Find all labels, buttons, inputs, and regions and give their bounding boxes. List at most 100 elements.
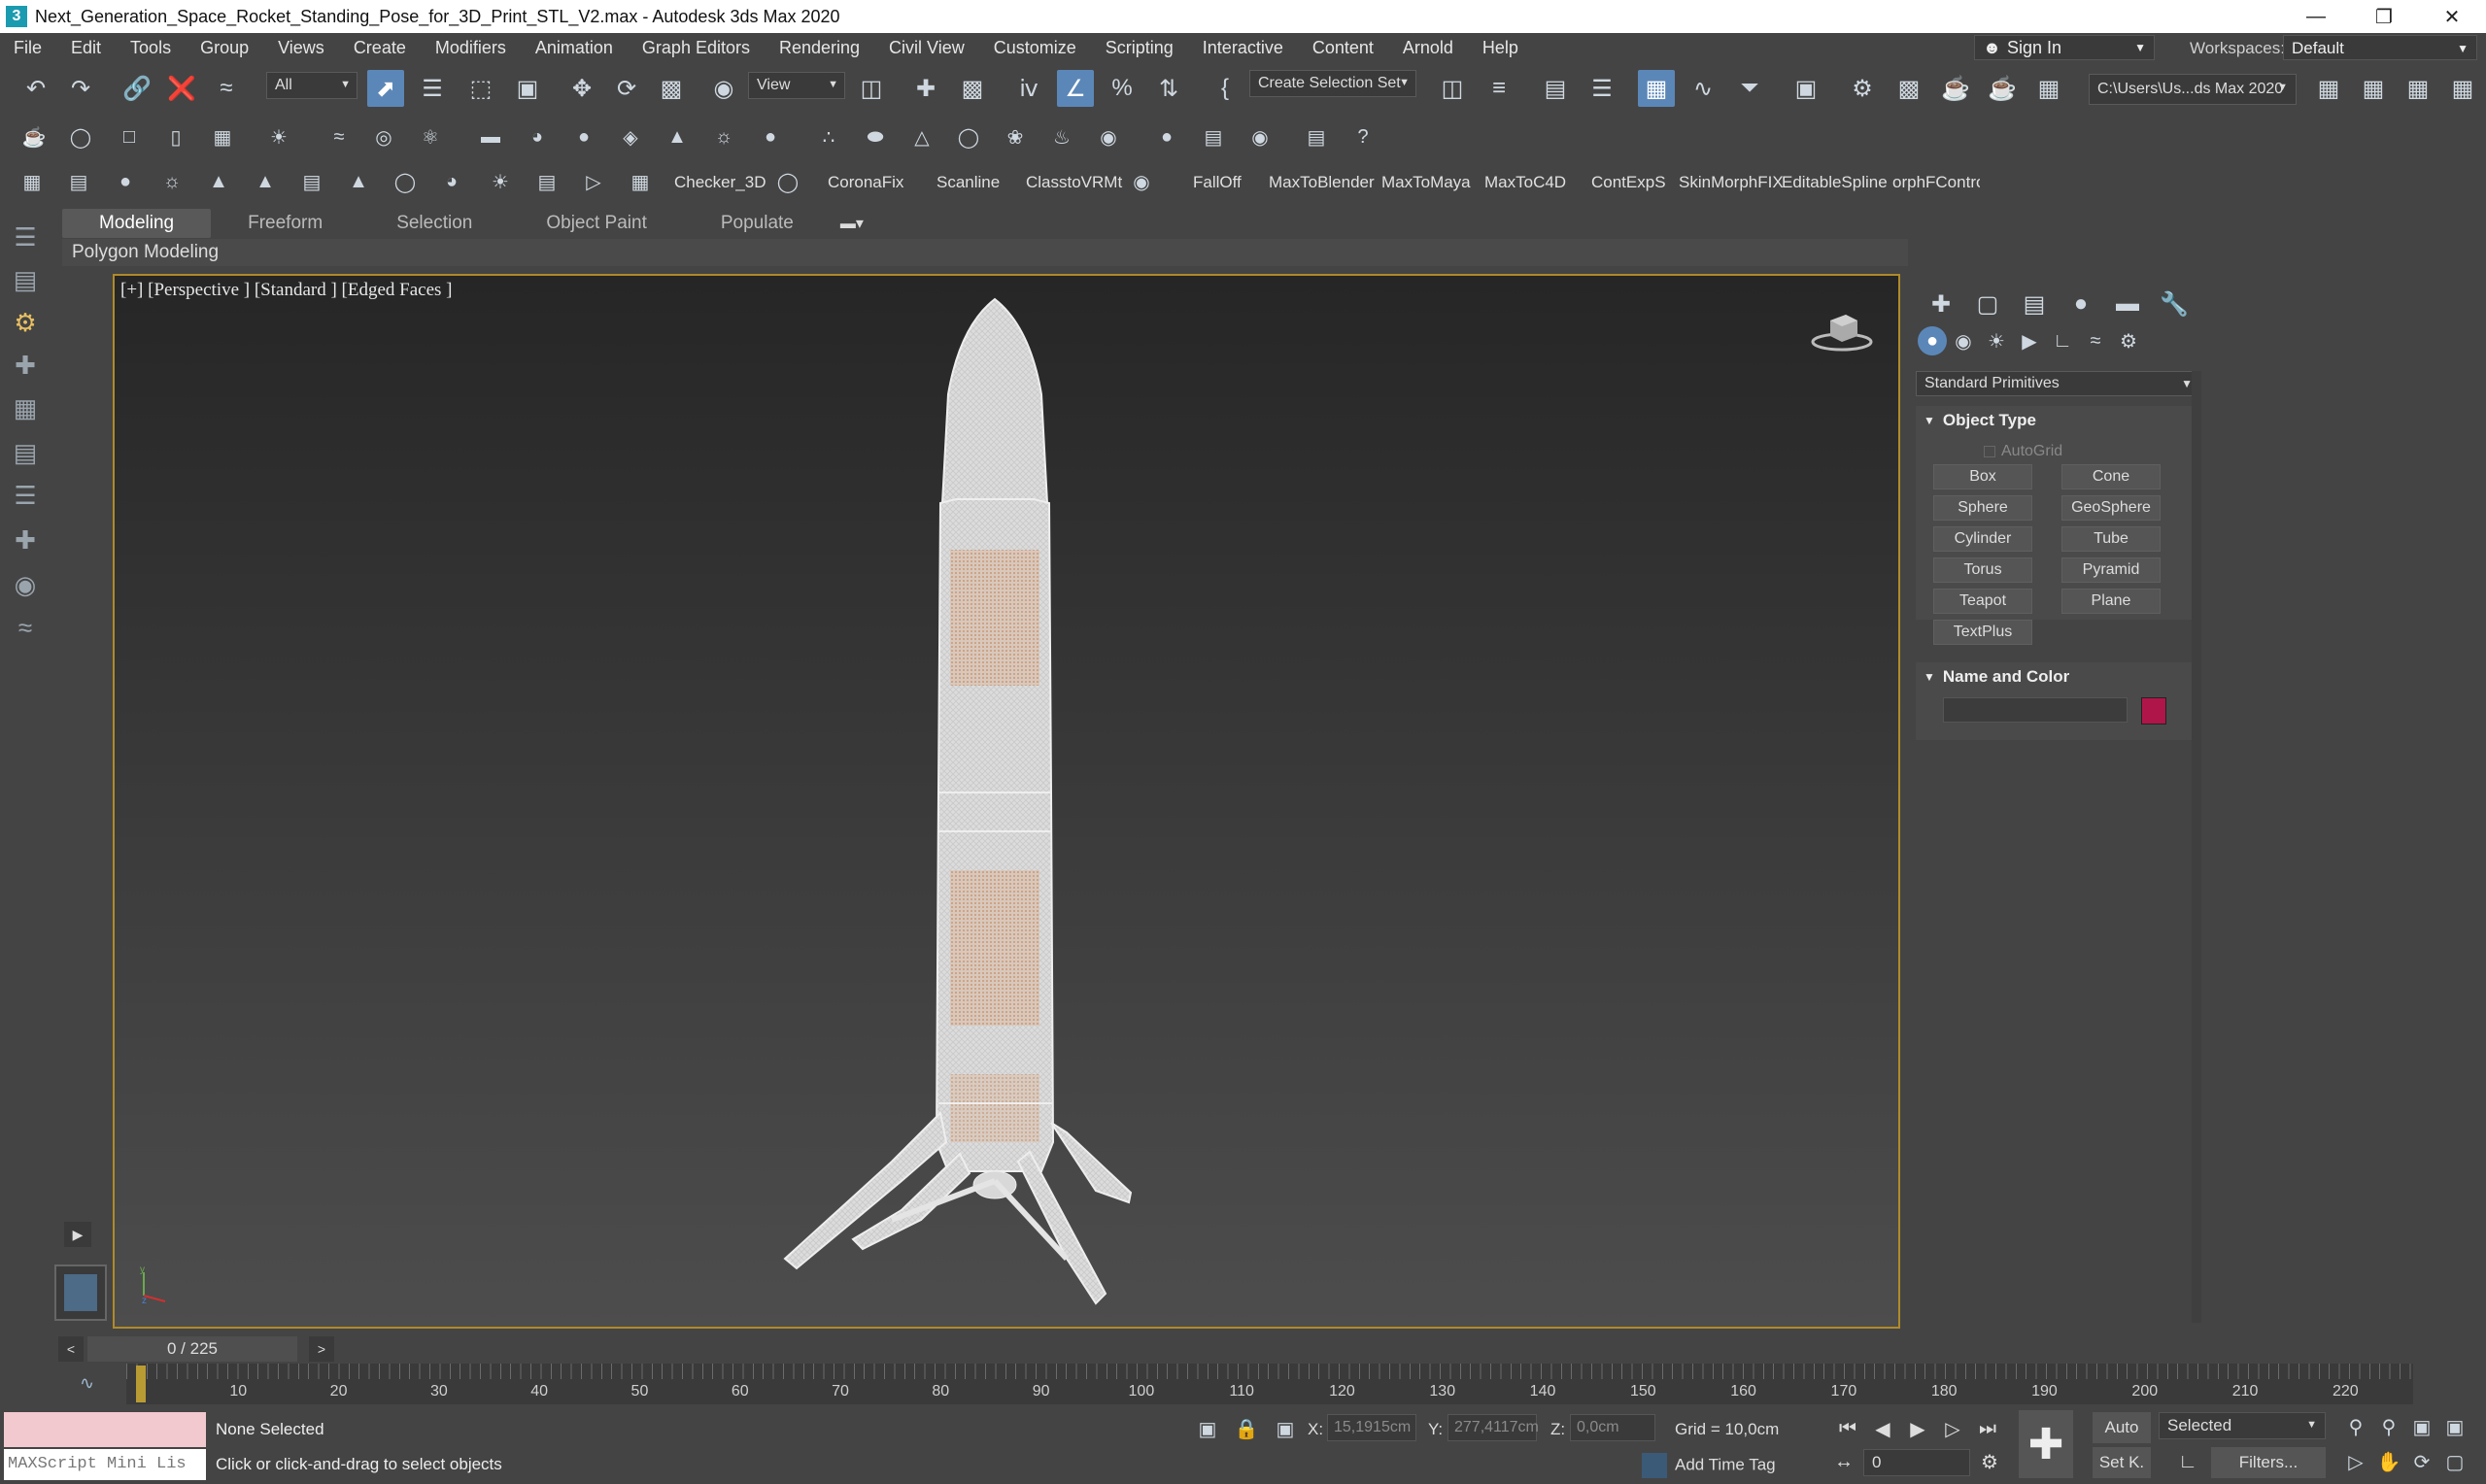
plugin-maxtoblender[interactable]: MaxToBlender (1269, 173, 1375, 192)
select-by-name-icon[interactable]: ☰ (414, 70, 451, 107)
current-frame-field[interactable]: 0 (1863, 1449, 1970, 1476)
time-cursor[interactable] (136, 1366, 146, 1402)
new-folder-icon[interactable]: ▦ (2400, 70, 2436, 107)
sort-layers-icon[interactable]: ▦ (6, 388, 45, 427)
align-icon[interactable]: ≡ (1481, 70, 1517, 107)
previous-frame-icon[interactable]: ◀ (1867, 1414, 1898, 1443)
pattern-icon[interactable]: ◉ (1094, 122, 1123, 152)
time-slider-prev-button[interactable]: < (58, 1336, 84, 1362)
menu-content[interactable]: Content (1299, 38, 1389, 58)
auto-key-button[interactable]: Auto (2093, 1412, 2151, 1443)
render-production-icon[interactable]: ☕ (1984, 70, 2021, 107)
render-icon[interactable]: ▷ (579, 167, 608, 196)
plugin-scanline[interactable]: Scanline (937, 173, 1000, 192)
key-filter-dropdown[interactable]: Selected ▼ (2159, 1412, 2326, 1439)
sunlight-icon[interactable]: ☼ (157, 167, 187, 196)
motion-tab-icon[interactable]: ● (2058, 287, 2104, 320)
workspaces-dropdown[interactable]: Default ▼ (2283, 35, 2477, 60)
cylinder-button[interactable]: Cylinder (1933, 526, 2032, 552)
edit-named-selection-icon[interactable]: { (1207, 70, 1243, 107)
menu-arnold[interactable]: Arnold (1389, 38, 1469, 58)
rocket-model[interactable] (775, 287, 1203, 1329)
figure-icon[interactable]: ▲ (344, 167, 373, 196)
plugin-maxtoc4d[interactable]: MaxToC4D (1484, 173, 1566, 192)
time-slider-thumb[interactable]: 0 / 225 (87, 1336, 297, 1362)
create-camera-icon[interactable]: ▦ (17, 167, 47, 196)
tab-selection[interactable]: Selection (359, 209, 509, 238)
time-slider-next-button[interactable]: > (309, 1336, 334, 1362)
lamp-icon[interactable]: ☀ (486, 167, 515, 196)
isolate-layer-icon[interactable]: ◉ (6, 565, 45, 604)
set-key-button[interactable]: Set K. (2093, 1447, 2151, 1478)
camera-icon[interactable]: ▤ (64, 167, 93, 196)
layer-explorer-icon[interactable]: ☰ (1584, 70, 1620, 107)
plugin-classtovrmt[interactable]: ClasstoVRMt (1026, 173, 1122, 192)
shapes-icon[interactable]: ◉ (1947, 326, 1980, 355)
scene-explorer-icon[interactable]: ▤ (1537, 70, 1574, 107)
box-icon[interactable]: □ (115, 122, 144, 152)
ring-icon[interactable]: ◯ (391, 167, 420, 196)
object-color-swatch[interactable] (2141, 697, 2166, 725)
display-tab-icon[interactable]: ▬ (2104, 287, 2151, 320)
reference-coordinate-dropdown[interactable]: View ▼ (748, 72, 845, 99)
percent-snap-icon[interactable]: % (1104, 70, 1141, 107)
angle-snap-icon[interactable]: ∠ (1057, 70, 1094, 107)
plane-button[interactable]: Plane (2061, 589, 2161, 614)
plugin-checker-3d[interactable]: Checker_3D (674, 173, 766, 192)
pivot-center-icon[interactable]: ◫ (853, 70, 890, 107)
object-name-field[interactable] (1943, 697, 2128, 723)
expand-panel-button[interactable]: ▶ (64, 1222, 91, 1247)
lights-icon[interactable]: ☀ (1980, 326, 2013, 355)
render-material-icon[interactable]: ◉ (1245, 122, 1275, 152)
pyramid-button[interactable]: Pyramid (2061, 557, 2161, 583)
plane-icon[interactable]: ▬ (476, 122, 505, 152)
merge-layer-icon[interactable]: ≈ (6, 608, 45, 647)
light-icon[interactable]: ● (111, 167, 140, 196)
redo-icon[interactable]: ↷ (62, 70, 99, 107)
plugin-contexps[interactable]: ContExpS (1591, 173, 1666, 192)
open-folder-icon[interactable]: ▦ (2355, 70, 2392, 107)
rectangular-selection-icon[interactable]: ⬚ (462, 70, 499, 107)
helpers-icon[interactable]: ∟ (2046, 326, 2079, 355)
zoom-all-icon[interactable]: ⚲ (2374, 1412, 2403, 1441)
light-bulb-icon[interactable]: ☀ (264, 122, 293, 152)
layer-properties-icon[interactable]: ▤ (6, 433, 45, 472)
menu-help[interactable]: Help (1469, 38, 1534, 58)
menu-scripting[interactable]: Scripting (1092, 38, 1189, 58)
project-path-dropdown[interactable]: C:\Users\Us...ds Max 2020 ▼ (2089, 74, 2297, 105)
sun-icon[interactable]: ☼ (709, 122, 738, 152)
x-coordinate-field[interactable]: 15,1915cm (1327, 1414, 1416, 1441)
sign-in-dropdown[interactable]: ☻ Sign In ▼ (1974, 35, 2155, 60)
zoom-icon[interactable]: ⚲ (2341, 1412, 2370, 1441)
trees-icon[interactable]: ▲ (204, 167, 233, 196)
maximize-viewport-icon[interactable]: ▢ (2440, 1447, 2469, 1476)
falloff-icon[interactable]: ◉ (1127, 167, 1156, 196)
export-icon[interactable]: ▤ (1302, 122, 1331, 152)
material-editor-icon[interactable]: ⚙ (1844, 70, 1881, 107)
ribbon-options-icon[interactable]: ▬▾ (840, 214, 864, 233)
autogrid-checkbox[interactable]: AutoGrid (1984, 443, 2062, 460)
field-of-view-icon[interactable]: ▷ (2341, 1447, 2370, 1476)
cylinder-icon[interactable]: ▯ (161, 122, 190, 152)
tube-button[interactable]: Tube (2061, 526, 2161, 552)
tab-object-paint[interactable]: Object Paint (509, 209, 684, 238)
menu-rendering[interactable]: Rendering (766, 38, 875, 58)
menu-tools[interactable]: Tools (117, 38, 187, 58)
command-panel-scrollbar[interactable] (2192, 371, 2201, 1323)
plugin-skinmorphfix[interactable]: SkinMorphFIX (1679, 173, 1784, 192)
add-layer-icon[interactable]: ✚ (6, 346, 45, 385)
cone-icon[interactable]: ▲ (663, 122, 692, 152)
key-filters-button[interactable]: Filters... (2211, 1447, 2326, 1478)
help-icon[interactable]: ? (1348, 122, 1378, 152)
glass-icon[interactable]: △ (907, 122, 937, 152)
viewport-label[interactable]: [+] [Perspective ] [Standard ] [Edged Fa… (120, 280, 453, 301)
restore-button[interactable]: ❐ (2350, 0, 2418, 33)
teapot-button[interactable]: Teapot (1933, 589, 2032, 614)
geometry-icon[interactable]: ● (1918, 326, 1947, 355)
time-configuration-icon[interactable]: ⚙ (1974, 1447, 2005, 1476)
leaf-icon[interactable]: ❀ (1001, 122, 1030, 152)
freeze-layer-icon[interactable]: ✚ (6, 521, 45, 559)
key-mode-icon[interactable]: ↔ (1828, 1447, 1859, 1476)
tab-modeling[interactable]: Modeling (62, 209, 212, 238)
minimize-button[interactable]: — (2282, 0, 2350, 33)
